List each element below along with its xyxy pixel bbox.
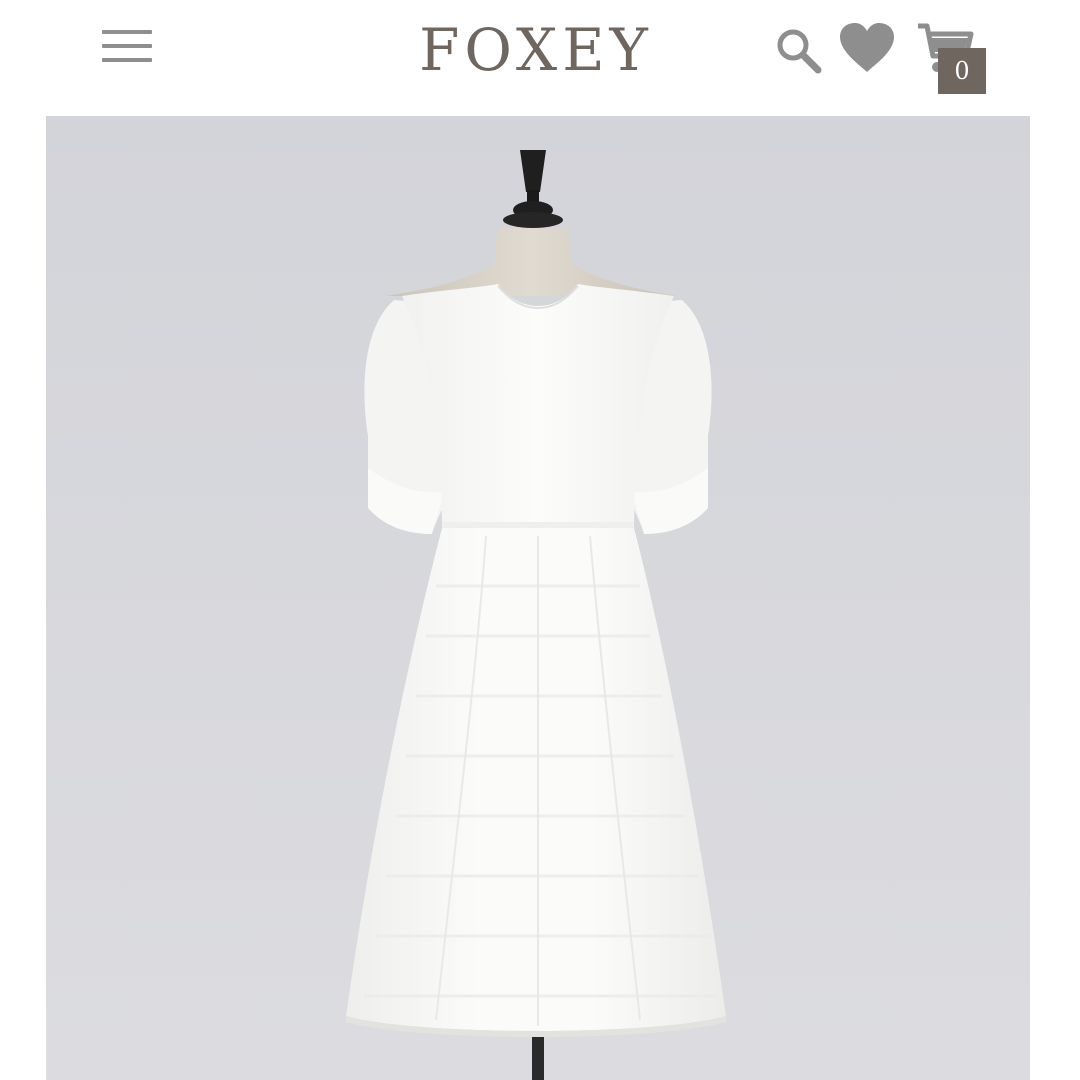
- dress-on-mannequin-image: [46, 116, 1030, 1080]
- product-image[interactable]: [46, 116, 1030, 1080]
- heart-icon: [840, 23, 894, 72]
- favorites-button[interactable]: [836, 20, 898, 76]
- product-page: FOXEY 0: [0, 0, 1080, 1080]
- cart-button[interactable]: 0: [914, 20, 990, 98]
- site-header: FOXEY 0: [0, 0, 1080, 115]
- dress-bodice: [402, 284, 674, 526]
- search-icon: [777, 29, 822, 74]
- cart-count-badge: 0: [938, 48, 986, 94]
- menu-line-top: [102, 30, 152, 34]
- menu-button[interactable]: [102, 28, 154, 64]
- brand-logo[interactable]: FOXEY: [408, 14, 664, 86]
- menu-line-bottom: [102, 58, 152, 62]
- menu-line-middle: [102, 44, 152, 48]
- search-button[interactable]: [772, 24, 824, 76]
